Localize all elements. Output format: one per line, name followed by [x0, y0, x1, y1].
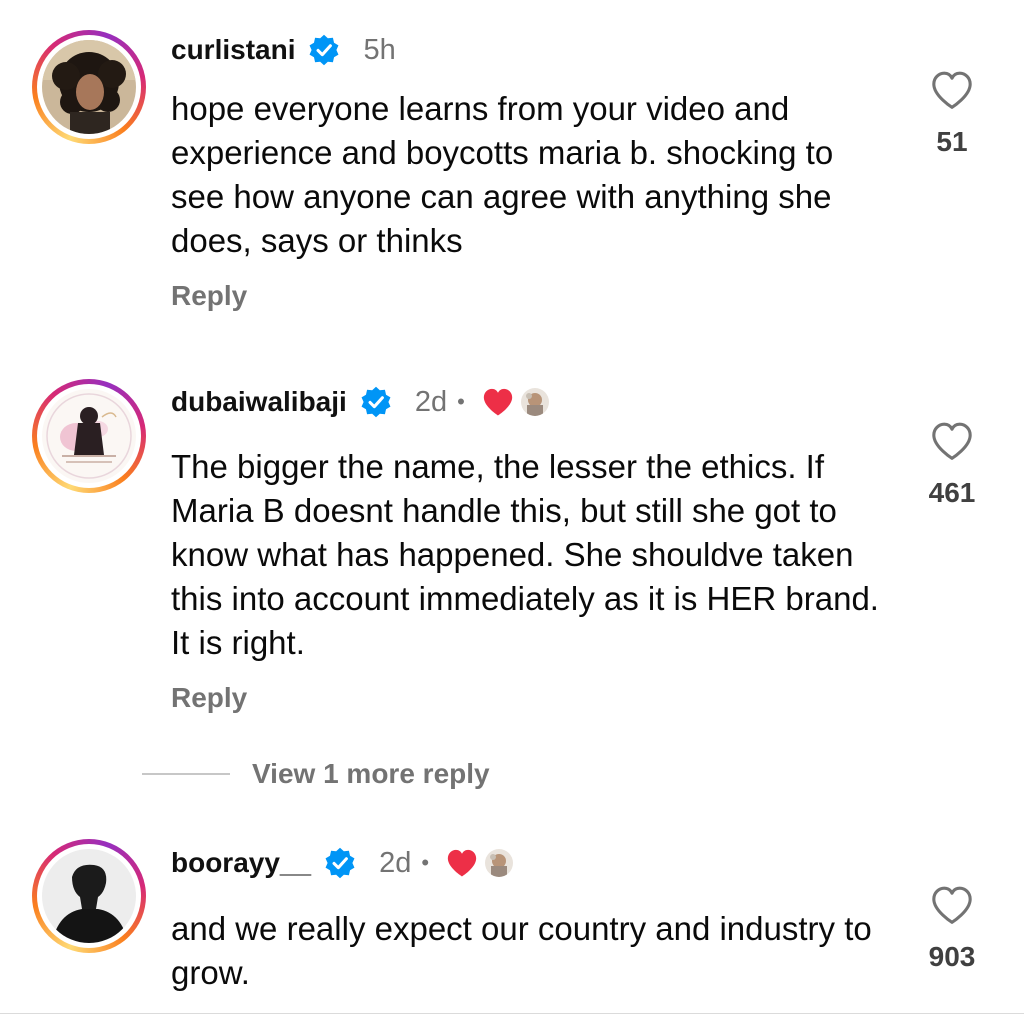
like-count: 461 — [928, 477, 976, 508]
comment-text: hope everyone learns from your video and… — [171, 90, 834, 259]
separator-dot: • — [457, 389, 465, 414]
comment-time: 2d — [379, 846, 412, 879]
creator-avatar — [520, 388, 549, 416]
red-heart-icon — [483, 388, 512, 416]
comments-list: curlistani 5h hope everyone learns from … — [0, 0, 1024, 1021]
avatar[interactable] — [32, 379, 146, 493]
creator-avatar — [485, 849, 514, 877]
bottom-divider — [0, 1013, 1024, 1014]
like-count: 51 — [936, 126, 968, 157]
comment-time: 5h — [363, 33, 396, 66]
verified-badge-icon — [361, 386, 391, 418]
reply-button[interactable]: Reply — [171, 280, 247, 312]
view-more-replies[interactable]: View 1 more reply — [142, 752, 490, 796]
like-control: 903 — [910, 885, 994, 973]
verified-badge-icon — [325, 847, 355, 879]
view-more-replies-label: View 1 more reply — [252, 758, 490, 789]
like-control: 51 — [910, 70, 994, 158]
separator-dot: • — [421, 850, 430, 875]
username[interactable]: dubaiwalibaji — [171, 386, 347, 418]
like-control: 461 — [910, 421, 994, 509]
username[interactable]: curlistani — [171, 34, 295, 66]
heart-outline-icon[interactable] — [930, 421, 974, 461]
avatar-photo — [42, 40, 136, 134]
heart-outline-icon[interactable] — [930, 70, 974, 110]
reply-button[interactable]: Reply — [171, 682, 247, 714]
avatar-photo — [42, 849, 136, 943]
avatar-photo — [42, 389, 136, 483]
comment-text: The bigger the name, the lesser the ethi… — [171, 448, 879, 661]
comment-time: 2d — [414, 385, 448, 418]
comment-text: and we really expect our country and ind… — [171, 910, 872, 991]
verified-badge-icon — [310, 34, 339, 66]
red-heart-icon — [447, 849, 477, 877]
username[interactable]: boorayy__ — [171, 847, 311, 879]
avatar[interactable] — [32, 30, 146, 144]
like-count: 903 — [928, 941, 976, 972]
heart-outline-icon[interactable] — [930, 885, 974, 925]
avatar[interactable] — [32, 839, 146, 953]
replies-divider-line — [142, 773, 230, 775]
